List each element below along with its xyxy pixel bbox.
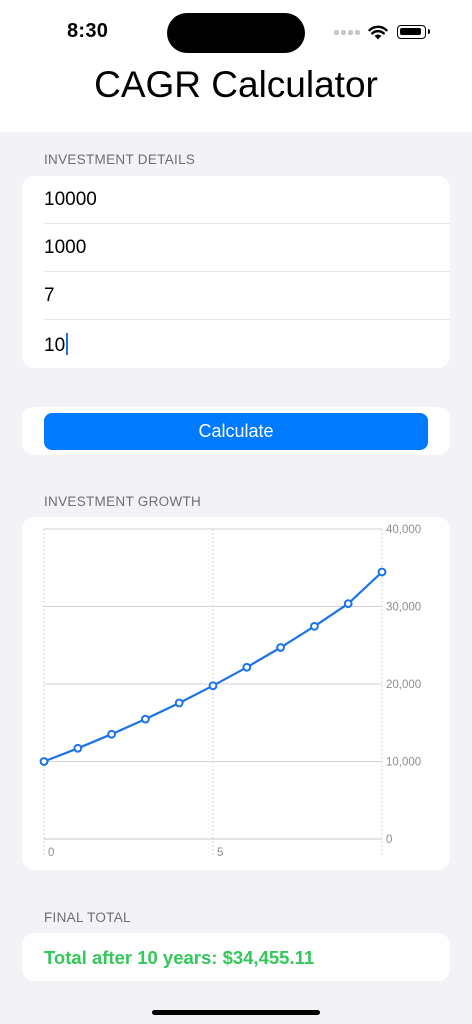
data-point [141,714,150,724]
investment-details-card: 10000 1000 7 10 [22,176,450,368]
data-point [276,643,286,652]
investment-details-label: INVESTMENT DETAILS [44,152,196,167]
years-value-wrap: 10 [44,333,69,357]
navigation-bar: 8:30 CAGR Calculator [0,0,472,132]
x-tick-label: 5 [217,847,223,859]
final-total-label: FINAL TOTAL [44,910,131,925]
wifi-icon [368,25,388,39]
cellular-signal-icon [334,29,360,35]
investment-growth-chart: 0 10,000 20,000 30,000 40,000 0 5 [39,524,421,859]
data-point [39,757,49,766]
data-point [208,681,218,691]
annual-contribution-value: 1000 [44,237,87,258]
dynamic-island [167,13,305,53]
calculate-button[interactable]: Calculate [44,413,428,450]
final-total-text: Total after 10 years: $34,455.11 [44,947,315,968]
growth-rate-value: 7 [44,285,55,306]
home-indicator [152,1010,320,1015]
data-point [242,662,252,672]
page-title: CAGR Calculator [94,64,378,105]
y-tick-label: 0 [386,834,392,846]
battery-icon [397,25,430,39]
data-point [310,621,319,631]
x-tick-label: 0 [48,847,54,859]
years-field[interactable]: 10 [22,320,450,368]
data-point [174,698,184,708]
data-point [73,743,83,753]
y-tick-label: 10,000 [386,757,421,769]
y-tick-label: 20,000 [386,679,421,691]
annual-contribution-field[interactable]: 1000 [22,224,450,272]
status-icons [334,22,430,42]
data-point [107,729,116,739]
status-time: 8:30 [67,20,109,42]
initial-investment-value: 10000 [44,189,97,210]
data-point [377,567,387,577]
y-tick-label: 40,000 [386,524,421,536]
years-value: 10 [44,335,66,356]
y-tick-label: 30,000 [386,602,421,614]
growth-rate-field[interactable]: 7 [22,272,450,320]
text-caret [66,333,69,355]
data-point [343,599,353,609]
initial-investment-field[interactable]: 10000 [22,176,450,224]
investment-growth-label: INVESTMENT GROWTH [44,494,202,509]
